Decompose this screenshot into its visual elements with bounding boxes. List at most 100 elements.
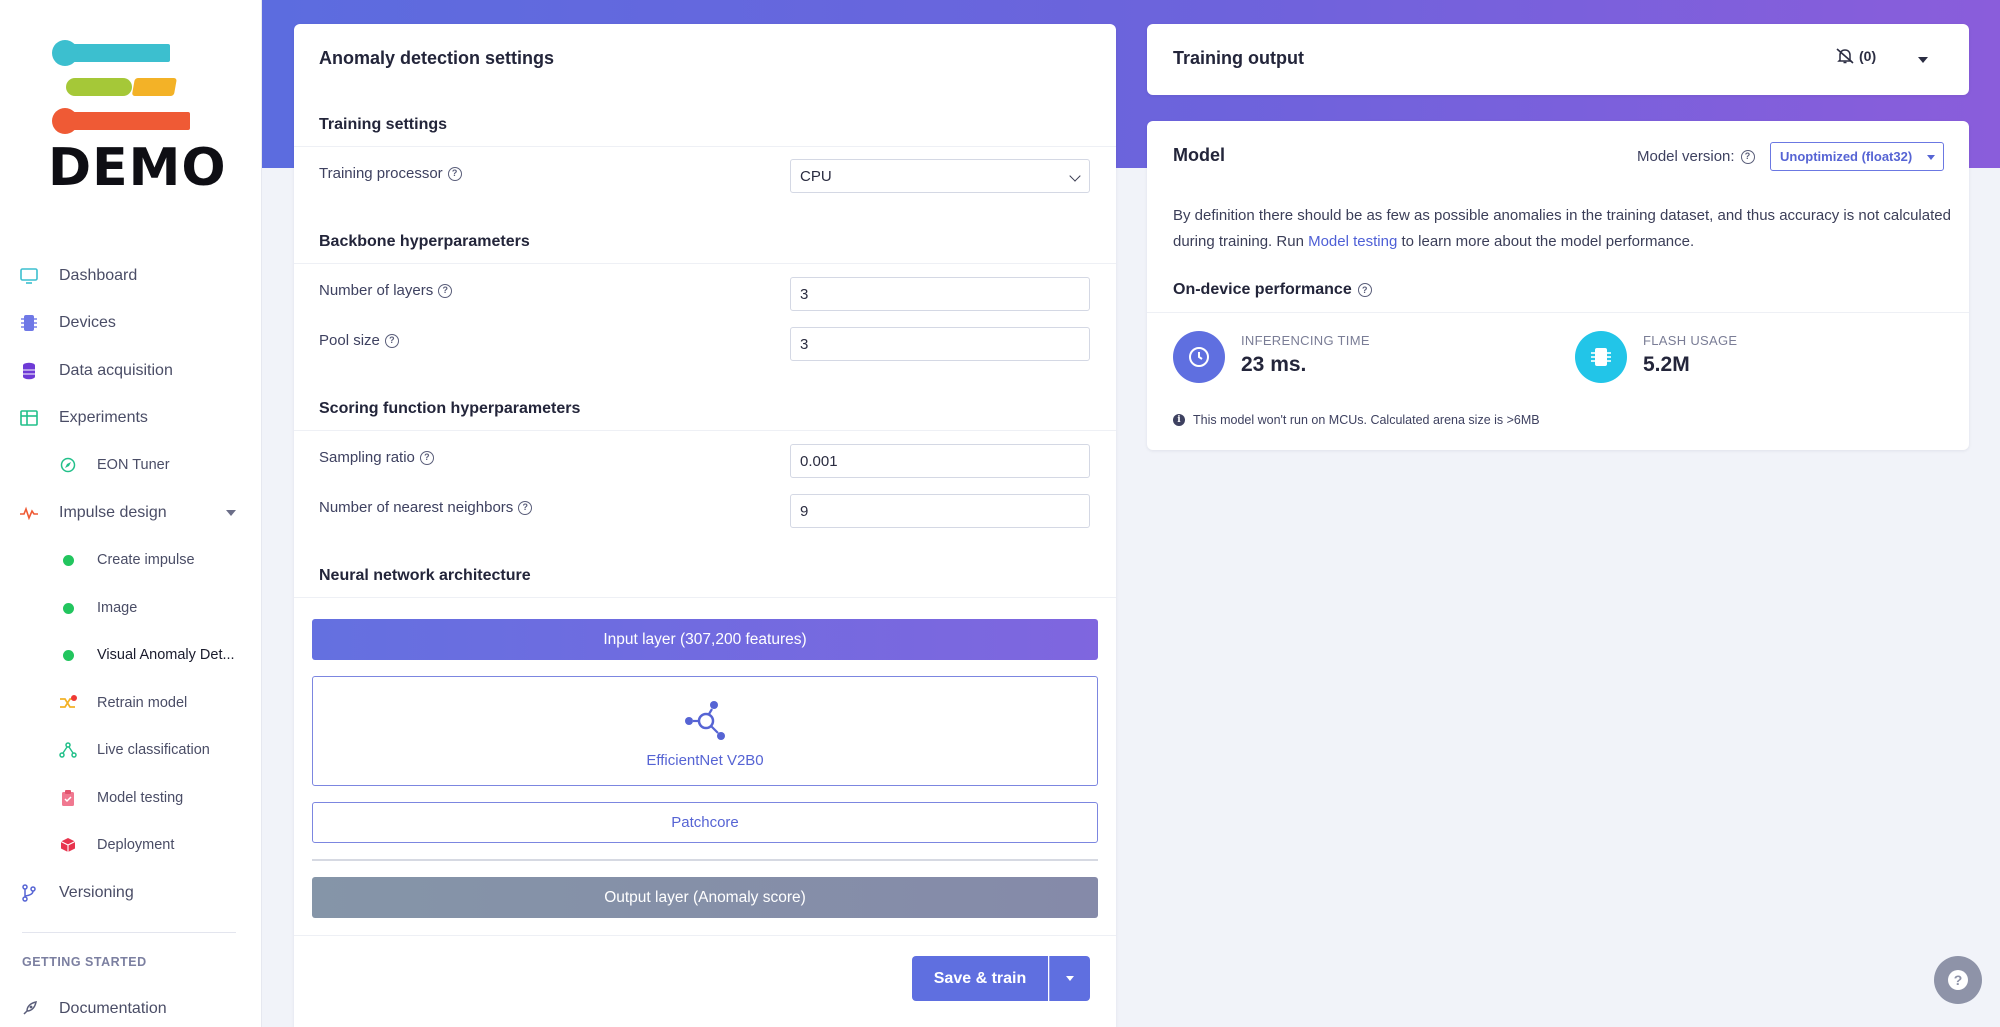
help-icon[interactable]: ? xyxy=(447,166,462,181)
chevron-down-icon xyxy=(1069,170,1081,182)
divider xyxy=(294,935,1116,936)
network-icon xyxy=(59,741,77,759)
notification-count: (0) xyxy=(1859,48,1877,64)
memory-chip-icon xyxy=(1575,331,1627,383)
caret-down-icon xyxy=(1066,976,1074,981)
field-label-text: Number of layers xyxy=(319,282,434,299)
model-card: Model Model version: ? Unoptimized (floa… xyxy=(1147,121,1969,450)
help-icon[interactable]: ? xyxy=(438,283,453,298)
note-text: This model won't run on MCUs. Calculated… xyxy=(1193,413,1540,427)
sidebar-item-image[interactable]: Image xyxy=(0,588,262,628)
field-label-text: Pool size xyxy=(319,332,380,349)
divider xyxy=(294,597,1116,598)
database-icon xyxy=(20,362,38,380)
sidebar-item-label: Devices xyxy=(59,314,116,331)
help-icon[interactable]: ? xyxy=(419,450,434,465)
table-icon xyxy=(20,409,38,427)
divider xyxy=(1147,312,1969,313)
mcu-warning-note: i This model won't run on MCUs. Calculat… xyxy=(1173,413,1540,427)
output-layer-block: Output layer (Anomaly score) xyxy=(312,877,1098,918)
patchcore-block[interactable]: Patchcore xyxy=(312,802,1098,843)
sidebar-item-deployment[interactable]: Deployment xyxy=(0,825,262,865)
help-icon[interactable]: ? xyxy=(518,500,533,515)
field-label-text: Training processor xyxy=(319,165,443,182)
model-version-select[interactable]: Unoptimized (float32) xyxy=(1770,142,1944,171)
sidebar-item-create-impulse[interactable]: Create impulse xyxy=(0,540,262,580)
model-testing-link[interactable]: Model testing xyxy=(1308,233,1397,250)
sidebar-item-label: Retrain model xyxy=(97,695,188,711)
logo-text: DEMO xyxy=(48,138,227,198)
sidebar-item-data-acquisition[interactable]: Data acquisition xyxy=(0,351,262,391)
field-label-text: Sampling ratio xyxy=(319,449,415,466)
sidebar-item-eon-tuner[interactable]: EON Tuner xyxy=(0,445,262,485)
desc-text: to learn more about the model performanc… xyxy=(1397,233,1695,250)
bell-off-icon xyxy=(1836,48,1854,64)
pool-size-input[interactable]: 3 xyxy=(790,327,1090,361)
input-value: 9 xyxy=(800,502,809,520)
sidebar-item-documentation[interactable]: Documentation xyxy=(0,989,262,1027)
sidebar-item-dashboard[interactable]: Dashboard xyxy=(0,256,262,296)
layer-separator xyxy=(312,859,1098,861)
sidebar-item-label: EON Tuner xyxy=(97,457,170,473)
rocket-icon xyxy=(20,1000,38,1018)
sidebar-item-label: Dashboard xyxy=(59,267,138,284)
training-output-card: Training output (0) xyxy=(1147,24,1969,95)
question-icon: ? xyxy=(1948,970,1968,990)
backbone-label: EfficientNet V2B0 xyxy=(646,752,764,769)
caret-down-icon xyxy=(1927,155,1935,160)
sidebar-item-label: Live classification xyxy=(97,742,210,758)
info-icon: i xyxy=(1173,414,1185,426)
training-processor-label: Training processor ? xyxy=(319,165,462,182)
shuffle-icon xyxy=(59,694,77,712)
sidebar-item-visual-anomaly[interactable]: Visual Anomaly Det... xyxy=(0,635,262,675)
sidebar-item-label: Data acquisition xyxy=(59,362,173,379)
sidebar-item-versioning[interactable]: Versioning xyxy=(0,873,262,913)
sidebar-item-label: Documentation xyxy=(59,1000,167,1017)
help-icon[interactable]: ? xyxy=(1357,283,1372,297)
sidebar-item-label: Model testing xyxy=(97,790,184,806)
training-processor-select[interactable]: CPU xyxy=(790,159,1090,193)
model-description: By definition there should be as few as … xyxy=(1173,203,1953,255)
sidebar-item-retrain-model[interactable]: Retrain model xyxy=(0,683,262,723)
collapse-caret-icon[interactable] xyxy=(1918,57,1928,63)
on-device-performance-heading: On-device performance ? xyxy=(1173,281,1372,299)
help-icon[interactable]: ? xyxy=(1740,149,1755,164)
pulse-icon xyxy=(20,504,38,522)
help-icon[interactable]: ? xyxy=(384,333,399,348)
sidebar-item-label: Create impulse xyxy=(97,552,195,568)
sampling-ratio-input[interactable]: 0.001 xyxy=(790,444,1090,478)
logo[interactable]: DEMO xyxy=(48,38,226,198)
notifications-toggle[interactable]: (0) xyxy=(1836,48,1876,64)
clock-icon xyxy=(1173,331,1225,383)
sidebar-item-impulse-design[interactable]: Impulse design xyxy=(0,493,262,533)
clipboard-check-icon xyxy=(59,789,77,807)
sidebar-item-devices[interactable]: Devices xyxy=(0,303,262,343)
sidebar-item-label: Versioning xyxy=(59,884,134,901)
sidebar-item-model-testing[interactable]: Model testing xyxy=(0,778,262,818)
card-title: Model xyxy=(1173,145,1225,165)
input-value: 3 xyxy=(800,335,809,353)
compass-icon xyxy=(59,456,77,474)
help-button[interactable]: ? xyxy=(1934,956,1982,1004)
pool-size-label: Pool size ? xyxy=(319,332,399,349)
status-dot-icon xyxy=(59,646,77,664)
nearest-neighbors-input[interactable]: 9 xyxy=(790,494,1090,528)
sidebar-item-label: Deployment xyxy=(97,837,175,853)
save-options-dropdown[interactable] xyxy=(1049,956,1090,1001)
select-value: Unoptimized (float32) xyxy=(1780,149,1913,164)
num-layers-label: Number of layers ? xyxy=(319,282,453,299)
sampling-ratio-label: Sampling ratio ? xyxy=(319,449,434,466)
flash-usage-caption: FLASH USAGE xyxy=(1643,333,1738,348)
anomaly-settings-card: Anomaly detection settings Training sett… xyxy=(294,24,1116,1027)
sidebar-item-experiments[interactable]: Experiments xyxy=(0,398,262,438)
backbone-block[interactable]: EfficientNet V2B0 xyxy=(312,676,1098,786)
sidebar-item-live-classification[interactable]: Live classification xyxy=(0,730,262,770)
model-version-label: Model version: ? xyxy=(1637,148,1755,165)
select-value: CPU xyxy=(800,167,832,185)
field-label-text: Number of nearest neighbors xyxy=(319,499,514,516)
chevron-down-icon[interactable] xyxy=(226,510,236,516)
backbone-heading: Backbone hyperparameters xyxy=(319,233,530,250)
num-layers-input[interactable]: 3 xyxy=(790,277,1090,311)
save-train-button[interactable]: Save & train xyxy=(912,956,1048,1001)
scoring-heading: Scoring function hyperparameters xyxy=(319,400,581,417)
